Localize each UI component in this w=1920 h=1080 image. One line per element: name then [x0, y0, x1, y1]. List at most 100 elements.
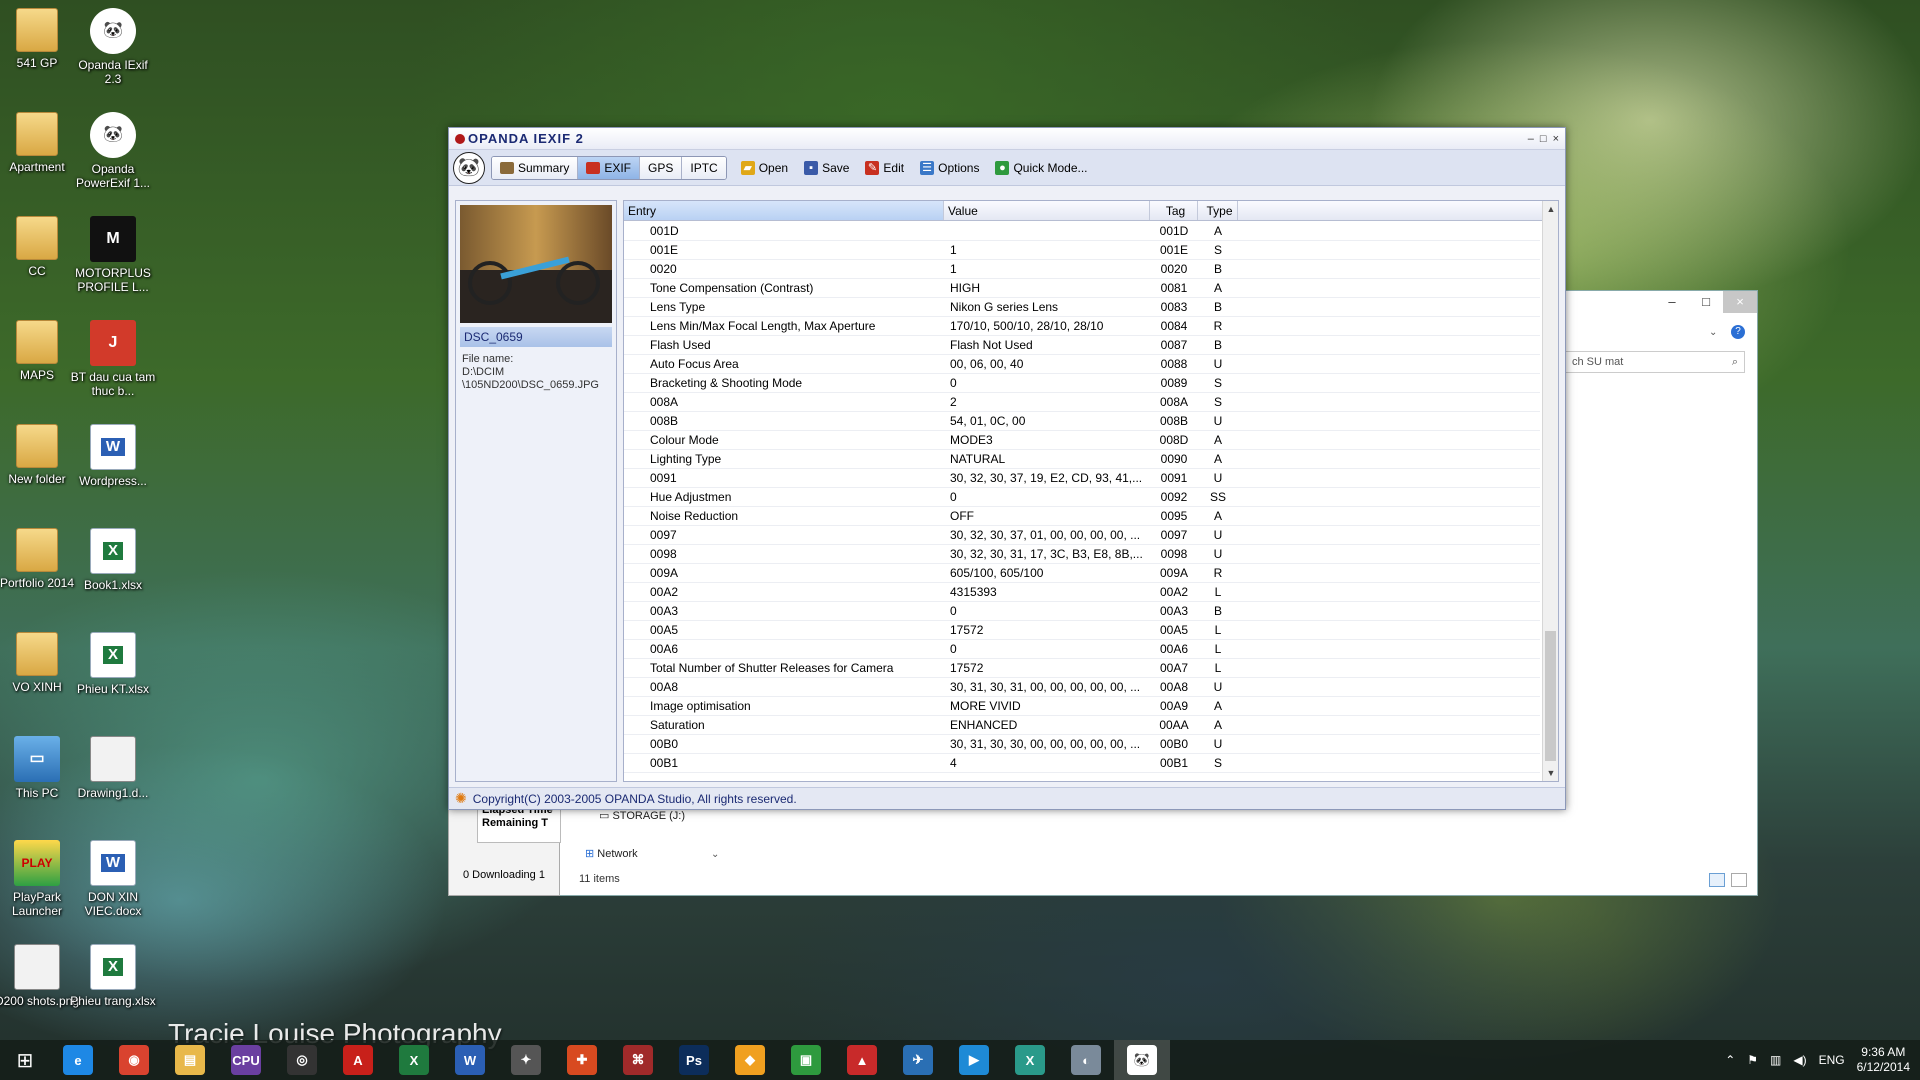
- volume-icon[interactable]: ◀): [1793, 1053, 1806, 1067]
- media-player-taskbar-button[interactable]: ▶: [946, 1040, 1002, 1080]
- maximize-icon[interactable]: □: [1689, 291, 1723, 313]
- column-header-type[interactable]: Type: [1198, 201, 1238, 220]
- close-icon[interactable]: ×: [1723, 291, 1757, 313]
- table-row[interactable]: Lens Min/Max Focal Length, Max Aperture 1…: [624, 317, 1540, 336]
- details-view-icon[interactable]: [1709, 873, 1725, 887]
- start-button[interactable]: ⊞: [0, 1040, 50, 1080]
- gauge-taskbar-button[interactable]: ◐: [1058, 1040, 1114, 1080]
- table-row[interactable]: 0020 1 0020 B: [624, 260, 1540, 279]
- maximize-icon[interactable]: □: [1540, 133, 1547, 145]
- open-button[interactable]: ▰ Open: [740, 157, 788, 179]
- table-row[interactable]: Saturation ENHANCED 00AA A: [624, 716, 1540, 735]
- table-row[interactable]: Auto Focus Area 00, 06, 00, 40 0088 U: [624, 355, 1540, 374]
- flag-icon[interactable]: ⚑: [1747, 1053, 1758, 1067]
- tab-gps[interactable]: GPS: [640, 156, 683, 179]
- desktop-icon[interactable]: 🐼 Opanda PowerExif 1...: [70, 112, 156, 190]
- desktop-icon[interactable]: VO XINH: [0, 632, 80, 694]
- search-input[interactable]: ch SU mat ⌕: [1565, 351, 1745, 373]
- nav-item-network[interactable]: ⊞ Network: [585, 847, 638, 860]
- help-icon[interactable]: ?: [1731, 325, 1745, 339]
- quick-mode-button[interactable]: ● Quick Mode...: [995, 157, 1088, 179]
- large-icons-view-icon[interactable]: [1731, 873, 1747, 887]
- scroll-thumb[interactable]: [1545, 631, 1556, 761]
- vertical-scrollbar[interactable]: ▲ ▼: [1542, 201, 1558, 781]
- table-row[interactable]: Flash Used Flash Not Used 0087 B: [624, 336, 1540, 355]
- excel-taskbar-button[interactable]: X: [386, 1040, 442, 1080]
- chevron-down-icon[interactable]: ⌄: [711, 849, 719, 860]
- table-row[interactable]: Noise Reduction OFF 0095 A: [624, 507, 1540, 526]
- table-row[interactable]: Colour Mode MODE3 008D A: [624, 431, 1540, 450]
- photo-thumbnail[interactable]: [460, 205, 612, 323]
- desktop-icon[interactable]: Wordpress...: [70, 424, 156, 488]
- table-row[interactable]: Image optimisation MORE VIVID 00A9 A: [624, 697, 1540, 716]
- desktop-icon[interactable]: M MOTORPLUS PROFILE L...: [70, 216, 156, 294]
- internet-explorer-taskbar-button[interactable]: e: [50, 1040, 106, 1080]
- airplane-taskbar-button[interactable]: ✈: [890, 1040, 946, 1080]
- table-row[interactable]: Lighting Type NATURAL 0090 A: [624, 450, 1540, 469]
- panda-app-taskbar-button[interactable]: 🐼: [1114, 1040, 1170, 1080]
- file-explorer-taskbar-button[interactable]: ▤: [162, 1040, 218, 1080]
- table-row[interactable]: 00A5 17572 00A5 L: [624, 621, 1540, 640]
- scroll-up-icon[interactable]: ▲: [1543, 201, 1558, 217]
- photoshop-taskbar-button[interactable]: Ps: [666, 1040, 722, 1080]
- layers-taskbar-button[interactable]: ◆: [722, 1040, 778, 1080]
- desktop-icon[interactable]: PLAY PlayPark Launcher: [0, 840, 80, 918]
- desktop-icon[interactable]: MAPS: [0, 320, 80, 382]
- table-row[interactable]: 008B 54, 01, 0C, 00 008B U: [624, 412, 1540, 431]
- table-row[interactable]: Hue Adjustmen 0 0092 SS: [624, 488, 1540, 507]
- network-status-icon[interactable]: ▥: [1770, 1053, 1781, 1067]
- chrome-taskbar-button[interactable]: ◉: [106, 1040, 162, 1080]
- chevron-up-icon[interactable]: ⌃: [1725, 1053, 1735, 1067]
- table-row[interactable]: Total Number of Shutter Releases for Cam…: [624, 659, 1540, 678]
- security-taskbar-button[interactable]: ✦: [498, 1040, 554, 1080]
- puzzle-taskbar-button[interactable]: ⌘: [610, 1040, 666, 1080]
- desktop-icon[interactable]: Phieu trang.xlsx: [70, 944, 156, 1008]
- acrobat-taskbar-button[interactable]: A: [330, 1040, 386, 1080]
- cpu-z-taskbar-button[interactable]: CPU: [218, 1040, 274, 1080]
- sketchup-taskbar-button[interactable]: ▲: [834, 1040, 890, 1080]
- clock[interactable]: 9:36 AM 6/12/2014: [1857, 1045, 1910, 1075]
- table-row[interactable]: 0097 30, 32, 30, 37, 01, 00, 00, 00, 00, …: [624, 526, 1540, 545]
- store-taskbar-button[interactable]: ▣: [778, 1040, 834, 1080]
- word-taskbar-button[interactable]: W: [442, 1040, 498, 1080]
- column-header-value[interactable]: Value: [944, 201, 1150, 220]
- scroll-down-icon[interactable]: ▼: [1543, 765, 1558, 781]
- shield-taskbar-button[interactable]: ✚: [554, 1040, 610, 1080]
- desktop-icon[interactable]: Drawing1.d...: [70, 736, 156, 800]
- table-row[interactable]: 009A 605/100, 605/100 009A R: [624, 564, 1540, 583]
- edit-button[interactable]: ✎ Edit: [865, 157, 904, 179]
- camera-app-taskbar-button[interactable]: ◎: [274, 1040, 330, 1080]
- table-row[interactable]: 00B1 4 00B1 S: [624, 754, 1540, 773]
- table-row[interactable]: 0098 30, 32, 30, 31, 17, 3C, B3, E8, 8B,.…: [624, 545, 1540, 564]
- minimize-icon[interactable]: –: [1528, 133, 1534, 145]
- search-icon[interactable]: ⌕: [1732, 352, 1738, 372]
- table-row[interactable]: 00A2 4315393 00A2 L: [624, 583, 1540, 602]
- table-row[interactable]: 001D 001D A: [624, 222, 1540, 241]
- tab-iptc[interactable]: IPTC: [682, 156, 726, 179]
- options-button[interactable]: ☰ Options: [920, 157, 979, 179]
- desktop-icon[interactable]: CC: [0, 216, 80, 278]
- desktop-icon[interactable]: Book1.xlsx: [70, 528, 156, 592]
- close-icon[interactable]: ×: [1553, 133, 1559, 145]
- minimize-icon[interactable]: –: [1655, 291, 1689, 313]
- desktop-icon[interactable]: DON XIN VIEC.docx: [70, 840, 156, 918]
- column-header-tag[interactable]: Tag: [1150, 201, 1198, 220]
- table-row[interactable]: Tone Compensation (Contrast) HIGH 0081 A: [624, 279, 1540, 298]
- desktop-icon[interactable]: 🐼 Opanda IExif 2.3: [70, 8, 156, 86]
- desktop-icon[interactable]: Apartment: [0, 112, 80, 174]
- table-row[interactable]: 001E 1 001E S: [624, 241, 1540, 260]
- table-row[interactable]: Lens Type Nikon G series Lens 0083 B: [624, 298, 1540, 317]
- tab-summary[interactable]: Summary: [492, 156, 579, 179]
- table-row[interactable]: 0091 30, 32, 30, 37, 19, E2, CD, 93, 41,.…: [624, 469, 1540, 488]
- desktop-icon[interactable]: New folder: [0, 424, 80, 486]
- desktop-icon[interactable]: Phieu KT.xlsx: [70, 632, 156, 696]
- table-row[interactable]: 00A8 30, 31, 30, 31, 00, 00, 00, 00, 00, …: [624, 678, 1540, 697]
- tab-exif[interactable]: EXIF: [578, 156, 641, 179]
- table-row[interactable]: 00A3 0 00A3 B: [624, 602, 1540, 621]
- desktop-icon[interactable]: J BT dau cua tam thuc b...: [70, 320, 156, 398]
- table-row[interactable]: 00B0 30, 31, 30, 30, 00, 00, 00, 00, 00, …: [624, 735, 1540, 754]
- opanda-iexif-window[interactable]: OPANDA IEXIF 2 – □ × 🐼 Summary EXIF GPS IPT…: [448, 127, 1566, 810]
- desktop-icon[interactable]: ▭ This PC: [0, 736, 80, 800]
- chevron-down-icon[interactable]: ⌄: [1709, 327, 1717, 338]
- column-header-entry[interactable]: Entry: [624, 201, 944, 220]
